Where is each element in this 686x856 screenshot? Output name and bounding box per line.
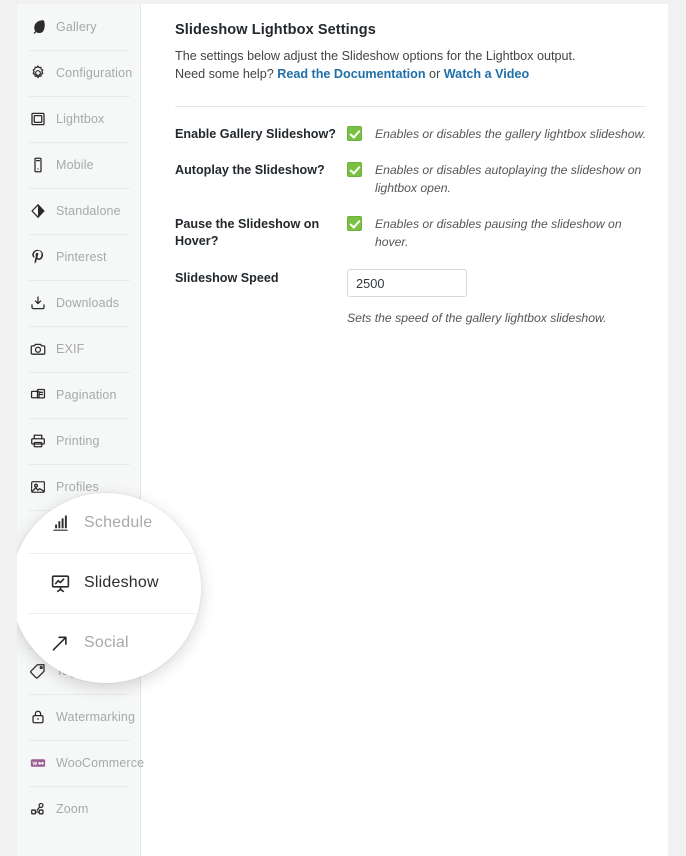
setting-label: Autoplay the Slideshow? bbox=[175, 161, 347, 179]
pages-icon bbox=[29, 386, 47, 404]
sidebar-item-watermarking[interactable]: Watermarking bbox=[17, 694, 140, 740]
sidebar-item-label: Configuration bbox=[56, 66, 132, 80]
sidebar-item-gallery[interactable]: Gallery bbox=[17, 4, 140, 50]
gear-icon bbox=[29, 64, 47, 82]
checkbox-line: Enables or disables the gallery lightbox… bbox=[347, 125, 646, 143]
sidebar-item-standalone[interactable]: Standalone bbox=[17, 188, 140, 234]
sidebar-item-label: WooCommerce bbox=[56, 756, 144, 770]
magnified-sidebar-item-label: Slideshow bbox=[84, 574, 159, 592]
setting-row: Slideshow Speed Sets the speed of the gal… bbox=[175, 251, 646, 327]
setting-row: Autoplay the Slideshow? Enables or disabl… bbox=[175, 143, 646, 197]
magnified-sidebar-item-label: Schedule bbox=[84, 514, 152, 532]
sidebar-item-printing[interactable]: Printing bbox=[17, 418, 140, 464]
sidebar-item-mobile[interactable]: Mobile bbox=[17, 142, 140, 188]
intro-text: The settings below adjust the Slideshow … bbox=[175, 47, 646, 83]
setting-label: Enable Gallery Slideshow? bbox=[175, 125, 347, 143]
magnified-sidebar-item-label: Social bbox=[84, 634, 129, 652]
sidebar-item-downloads[interactable]: Downloads bbox=[17, 280, 140, 326]
setting-description: Enables or disables autoplaying the slid… bbox=[375, 161, 646, 197]
magnifier-lens: Schedule Slideshow Social bbox=[17, 493, 201, 683]
sidebar-item-pinterest[interactable]: Pinterest bbox=[17, 234, 140, 280]
woo-icon bbox=[29, 754, 47, 772]
sidebar-item-label: EXIF bbox=[56, 342, 84, 356]
sidebar-item-zoom[interactable]: Zoom bbox=[17, 786, 140, 832]
documentation-link[interactable]: Read the Documentation bbox=[277, 67, 425, 81]
setting-row: Enable Gallery Slideshow? Enables or disa… bbox=[175, 107, 646, 143]
sidebar-item-label: Standalone bbox=[56, 204, 121, 218]
leaf-icon bbox=[29, 18, 47, 36]
screenshot-root: Gallery Configuration Lightbox Mobile Standa… bbox=[0, 0, 686, 856]
setting-description: Enables or disables the gallery lightbox… bbox=[375, 125, 646, 143]
sidebar-item-pagination[interactable]: Pagination bbox=[17, 372, 140, 418]
sidebar-item-label: Profiles bbox=[56, 480, 99, 494]
download-tray-icon bbox=[29, 294, 47, 312]
magnified-sidebar-item-slideshow[interactable]: Slideshow bbox=[17, 553, 201, 613]
settings-rows: Enable Gallery Slideshow? Enables or disa… bbox=[175, 107, 646, 327]
page-title: Slideshow Lightbox Settings bbox=[175, 22, 646, 38]
slideshow-speed-input[interactable] bbox=[347, 269, 467, 297]
bar-chart-icon bbox=[49, 512, 72, 535]
setting-checkbox[interactable] bbox=[347, 126, 362, 141]
sidebar-item-exif[interactable]: EXIF bbox=[17, 326, 140, 372]
intro-line-1: The settings below adjust the Slideshow … bbox=[175, 49, 575, 63]
sidebar-item-label: Pagination bbox=[56, 388, 117, 402]
setting-description: Enables or disables pausing the slidesho… bbox=[375, 215, 646, 251]
setting-field: Enables or disables autoplaying the slid… bbox=[347, 161, 646, 197]
settings-sidebar: Gallery Configuration Lightbox Mobile Standa… bbox=[17, 4, 141, 856]
sidebar-item-label: Pinterest bbox=[56, 250, 107, 264]
setting-row: Pause the Slideshow on Hover? Enables or … bbox=[175, 197, 646, 251]
setting-checkbox[interactable] bbox=[347, 216, 362, 231]
printer-icon bbox=[29, 432, 47, 450]
sidebar-item-lightbox[interactable]: Lightbox bbox=[17, 96, 140, 142]
setting-label: Pause the Slideshow on Hover? bbox=[175, 215, 347, 250]
share-arrow-icon bbox=[49, 632, 72, 655]
magnified-sidebar-item-schedule[interactable]: Schedule bbox=[17, 493, 201, 553]
image-frame-icon bbox=[29, 110, 47, 128]
setting-label: Slideshow Speed bbox=[175, 269, 347, 287]
sidebar-item-configuration[interactable]: Configuration bbox=[17, 50, 140, 96]
intro-help-prefix: Need some help? bbox=[175, 67, 277, 81]
setting-checkbox[interactable] bbox=[347, 162, 362, 177]
sidebar-item-label: Watermarking bbox=[56, 710, 135, 724]
sidebar-item-woocommerce[interactable]: WooCommerce bbox=[17, 740, 140, 786]
sidebar-item-label: Lightbox bbox=[56, 112, 104, 126]
sidebar-item-label: Mobile bbox=[56, 158, 94, 172]
setting-field: Enables or disables pausing the slidesho… bbox=[347, 215, 646, 251]
sidebar-item-label: Zoom bbox=[56, 802, 89, 816]
pinterest-icon bbox=[29, 248, 47, 266]
sidebar-item-label: Downloads bbox=[56, 296, 119, 310]
sidebar-item-label: Gallery bbox=[56, 20, 97, 34]
setting-field: Sets the speed of the gallery lightbox s… bbox=[347, 269, 646, 327]
magnified-sidebar-item-social[interactable]: Social bbox=[17, 613, 201, 673]
checkbox-line: Enables or disables pausing the slidesho… bbox=[347, 215, 646, 251]
checkbox-line: Enables or disables autoplaying the slid… bbox=[347, 161, 646, 197]
intro-or: or bbox=[426, 67, 444, 81]
settings-card: Gallery Configuration Lightbox Mobile Standa… bbox=[17, 4, 668, 856]
settings-main-panel: Slideshow Lightbox Settings The settings… bbox=[141, 4, 668, 856]
setting-description: Sets the speed of the gallery lightbox s… bbox=[347, 309, 646, 327]
watch-video-link[interactable]: Watch a Video bbox=[444, 67, 529, 81]
presentation-icon bbox=[49, 572, 72, 595]
zoom-nodes-icon bbox=[29, 800, 47, 818]
setting-field: Enables or disables the gallery lightbox… bbox=[347, 125, 646, 143]
mobile-phone-icon bbox=[29, 156, 47, 174]
lock-icon bbox=[29, 708, 47, 726]
camera-icon bbox=[29, 340, 47, 358]
magnifier-lens-content: Schedule Slideshow Social bbox=[17, 493, 201, 683]
diamond-icon bbox=[29, 202, 47, 220]
sidebar-item-label: Printing bbox=[56, 434, 100, 448]
